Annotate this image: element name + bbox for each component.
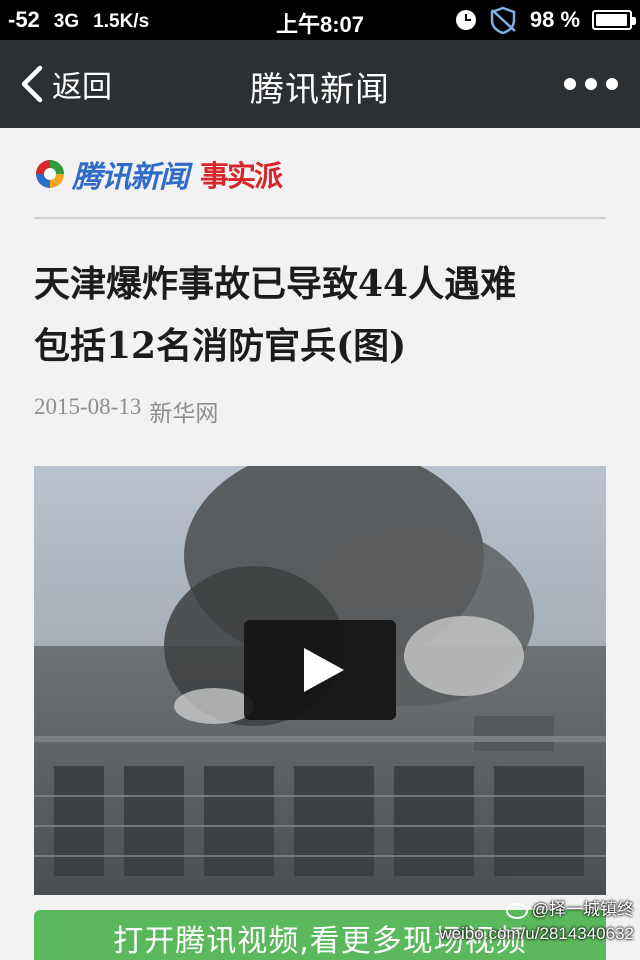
dot: [564, 78, 576, 90]
status-bar: -52 3G 1.5K/s 上午8:07 98 %: [0, 0, 640, 40]
dot: [585, 78, 597, 90]
battery-percent: 98 %: [529, 7, 580, 32]
brand-badge: 事实派: [200, 159, 283, 193]
article-meta: 2015-08-13 新华网: [34, 394, 218, 428]
battery-icon: [592, 10, 636, 30]
divider: [34, 217, 606, 219]
article-source: 新华网: [149, 401, 219, 426]
dot: [606, 78, 618, 90]
battery-level: [596, 14, 627, 26]
weibo-logo-icon: [505, 902, 528, 919]
headline-line-2: 包括12名消防官兵(图): [34, 325, 407, 367]
watermark-url: weibo.com/u/2814340632: [439, 924, 634, 943]
video-player[interactable]: [34, 466, 606, 895]
weibo-watermark: @择一城镇终 weibo.com/u/2814340632: [419, 898, 634, 946]
page-title: 腾讯新闻: [250, 70, 390, 110]
watermark-handle: @择一城镇终: [419, 898, 634, 922]
headline-line-1: 天津爆炸事故已导致44人遇难: [34, 263, 517, 305]
no-disturb-icon: [490, 6, 516, 34]
article-date: 2015-08-13: [34, 394, 142, 419]
brand-header: 腾讯新闻 事实派: [34, 152, 283, 196]
status-right: 98 %: [455, 6, 636, 34]
tencent-news-logo-icon: [36, 160, 64, 188]
article: 腾讯新闻 事实派 天津爆炸事故已导致44人遇难 包括12名消防官兵(图) 201…: [0, 128, 640, 960]
play-icon[interactable]: [244, 620, 396, 720]
nav-bar: 返回 腾讯新闻: [0, 40, 640, 128]
clock-icon: [455, 10, 476, 30]
brand-name: 腾讯新闻: [72, 160, 189, 195]
more-dots-icon[interactable]: [564, 74, 618, 94]
article-headline: 天津爆炸事故已导致44人遇难 包括12名消防官兵(图): [34, 253, 609, 377]
